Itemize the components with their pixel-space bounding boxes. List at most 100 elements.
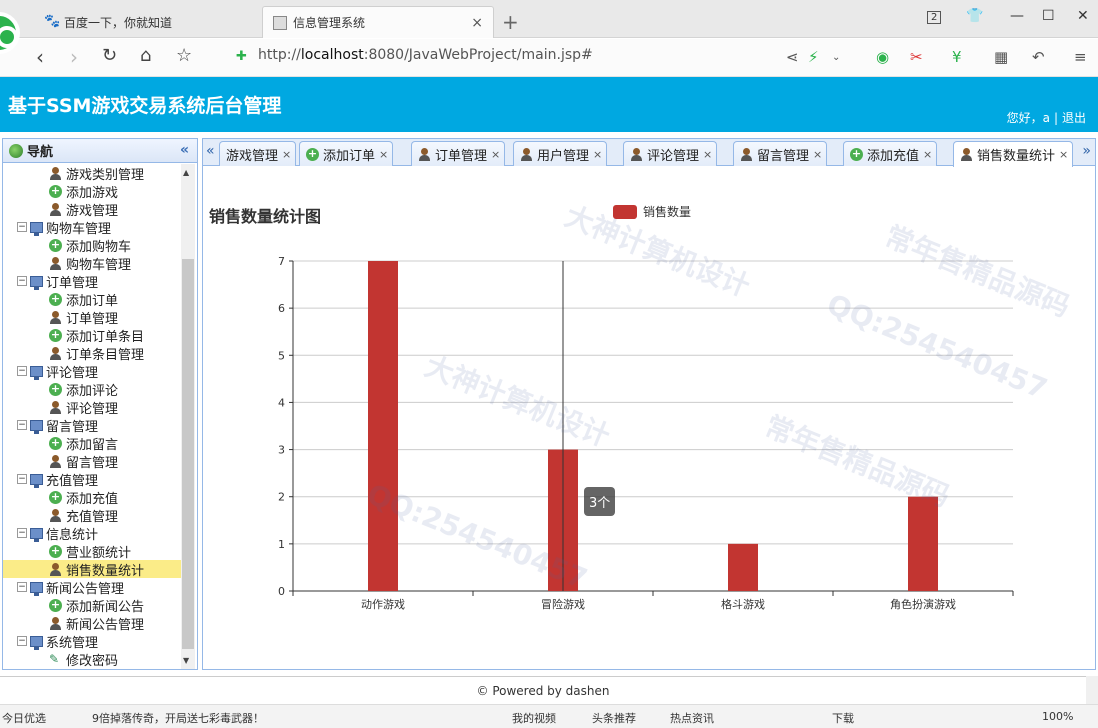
- nav-tree-item[interactable]: 购物车管理: [3, 254, 181, 273]
- chart-legend[interactable]: 销售数量: [613, 203, 691, 220]
- close-window-icon[interactable]: ✕: [1077, 8, 1089, 24]
- y-tick-label: 6: [278, 302, 285, 315]
- scroll-thumb[interactable]: [182, 259, 194, 649]
- nav-tree-label: 订单条目管理: [66, 347, 145, 363]
- window-count-badge[interactable]: 2: [927, 11, 942, 24]
- computer-icon: [30, 221, 43, 236]
- share-icon[interactable]: ⋖: [786, 48, 799, 66]
- nav-tree-item[interactable]: 游戏管理: [3, 200, 181, 219]
- shirt-icon[interactable]: 👕: [966, 8, 983, 24]
- star-icon[interactable]: ☆: [176, 45, 192, 66]
- close-tab-icon[interactable]: ×: [491, 148, 500, 161]
- nav-tree-item[interactable]: + 添加游戏: [3, 182, 181, 201]
- chart-tooltip: 3个: [584, 487, 616, 516]
- statusbar-news[interactable]: 9倍掉落传奇，开局送七彩毒武器！: [92, 710, 264, 726]
- statusbar-hot[interactable]: 热点资讯: [670, 710, 714, 726]
- nav-scrollbar[interactable]: ▲ ▼: [181, 164, 195, 669]
- tabs-scroll-left-icon[interactable]: «: [206, 143, 215, 159]
- nav-tree-item[interactable]: − 购物车管理: [3, 218, 181, 237]
- nav-tree-item[interactable]: + 添加购物车: [3, 236, 181, 255]
- close-tab-icon[interactable]: ×: [813, 148, 822, 161]
- home-icon[interactable]: ⌂: [140, 45, 151, 66]
- close-tab-icon[interactable]: ×: [923, 148, 932, 161]
- collapse-icon[interactable]: «: [180, 142, 189, 158]
- collapse-toggle-icon[interactable]: −: [17, 582, 27, 592]
- undo-icon[interactable]: ↶: [1032, 48, 1045, 66]
- address-bar[interactable]: http://localhost:8080/JavaWebProject/mai…: [258, 47, 593, 63]
- tab-item[interactable]: 游戏管理 ×: [219, 141, 297, 166]
- nav-tree-label: 修改密码: [66, 653, 119, 669]
- nav-tree-item[interactable]: 销售数量统计: [3, 560, 181, 579]
- nav-tree-item[interactable]: 订单管理: [3, 308, 181, 327]
- nav-tree-item[interactable]: + 添加新闻公告: [3, 596, 181, 615]
- tab-item[interactable]: 用户管理 ×: [513, 141, 608, 166]
- scissors-icon[interactable]: ✂: [910, 48, 923, 66]
- scroll-down-icon[interactable]: ▼: [183, 656, 189, 665]
- tab-item[interactable]: 销售数量统计 ×: [953, 141, 1074, 167]
- nav-tree-item[interactable]: 游戏类别管理: [3, 164, 181, 183]
- close-tab-icon[interactable]: ×: [593, 148, 602, 161]
- tab-item[interactable]: 订单管理 ×: [411, 141, 506, 166]
- close-tab-icon[interactable]: ×: [379, 148, 388, 161]
- nav-tree-item[interactable]: 新闻公告管理: [3, 614, 181, 633]
- logout-link[interactable]: 退出: [1062, 111, 1086, 125]
- statusbar-video[interactable]: 我的视频: [512, 710, 556, 726]
- statusbar-zoom[interactable]: 100%: [1042, 710, 1073, 723]
- nav-tree-item[interactable]: + 添加订单: [3, 290, 181, 309]
- nav-tree-item[interactable]: − 信息统计: [3, 524, 181, 543]
- collapse-toggle-icon[interactable]: −: [17, 636, 27, 646]
- collapse-toggle-icon[interactable]: −: [17, 420, 27, 430]
- nav-tree-item[interactable]: − 新闻公告管理: [3, 578, 181, 597]
- statusbar-today[interactable]: 今日优选: [2, 710, 46, 726]
- nav-tree-item[interactable]: 订单条目管理: [3, 344, 181, 363]
- nav-tree-item[interactable]: + 添加留言: [3, 434, 181, 453]
- maximize-icon[interactable]: ☐: [1042, 8, 1055, 24]
- close-tab-icon[interactable]: ×: [471, 15, 483, 31]
- nav-tree-item[interactable]: + 营业额统计: [3, 542, 181, 561]
- menu-icon[interactable]: ≡: [1074, 48, 1087, 66]
- nav-tree-item[interactable]: + 添加评论: [3, 380, 181, 399]
- collapse-toggle-icon[interactable]: −: [17, 474, 27, 484]
- reload-icon[interactable]: ↻: [102, 45, 117, 66]
- new-tab-button[interactable]: +: [502, 10, 519, 34]
- nav-tree-item[interactable]: + 添加订单条目: [3, 326, 181, 345]
- collapse-toggle-icon[interactable]: −: [17, 366, 27, 376]
- wallet-icon[interactable]: ¥: [952, 48, 962, 66]
- tab-item[interactable]: 留言管理 ×: [733, 141, 828, 166]
- close-tab-icon[interactable]: ×: [703, 148, 712, 161]
- chevron-down-icon[interactable]: ⌄: [832, 52, 840, 63]
- security-icon[interactable]: ◉: [876, 48, 889, 66]
- close-tab-icon[interactable]: ×: [1059, 148, 1068, 161]
- bar: [728, 543, 758, 591]
- collapse-toggle-icon[interactable]: −: [17, 528, 27, 538]
- nav-tree-item[interactable]: − 充值管理: [3, 470, 181, 489]
- forward-icon[interactable]: ›: [70, 45, 78, 69]
- nav-tree-item[interactable]: ✎ 修改密码: [3, 650, 181, 669]
- collapse-toggle-icon[interactable]: −: [17, 276, 27, 286]
- collapse-toggle-icon[interactable]: −: [17, 222, 27, 232]
- nav-tree-item[interactable]: 留言管理: [3, 452, 181, 471]
- tab-item[interactable]: 评论管理 ×: [623, 141, 718, 166]
- footer-scrollbar[interactable]: [1086, 676, 1098, 704]
- statusbar-download[interactable]: 下载: [832, 710, 854, 726]
- nav-tree-item[interactable]: − 评论管理: [3, 362, 181, 381]
- nav-tree-label: 添加游戏: [66, 185, 119, 201]
- tab-item[interactable]: + 添加订单 ×: [299, 141, 394, 166]
- nav-tree-item[interactable]: − 订单管理: [3, 272, 181, 291]
- lightning-icon[interactable]: ⚡: [808, 48, 819, 66]
- nav-tree-item[interactable]: 评论管理: [3, 398, 181, 417]
- browser-tab-baidu[interactable]: 🐾 百度一下，你就知道: [34, 6, 260, 38]
- nav-tree-item[interactable]: + 添加充值: [3, 488, 181, 507]
- tab-item[interactable]: + 添加充值 ×: [843, 141, 938, 166]
- tabs-scroll-right-icon[interactable]: »: [1082, 143, 1091, 159]
- scroll-up-icon[interactable]: ▲: [183, 168, 189, 177]
- nav-tree-item[interactable]: − 留言管理: [3, 416, 181, 435]
- apps-icon[interactable]: ▦: [994, 48, 1008, 66]
- browser-tab-app[interactable]: 信息管理系统 ×: [262, 6, 494, 38]
- minimize-icon[interactable]: —: [1010, 8, 1024, 24]
- close-tab-icon[interactable]: ×: [282, 148, 291, 161]
- back-icon[interactable]: ‹: [36, 45, 44, 69]
- nav-tree-item[interactable]: − 系统管理: [3, 632, 181, 651]
- statusbar-headline[interactable]: 头条推荐: [592, 710, 636, 726]
- nav-tree-item[interactable]: 充值管理: [3, 506, 181, 525]
